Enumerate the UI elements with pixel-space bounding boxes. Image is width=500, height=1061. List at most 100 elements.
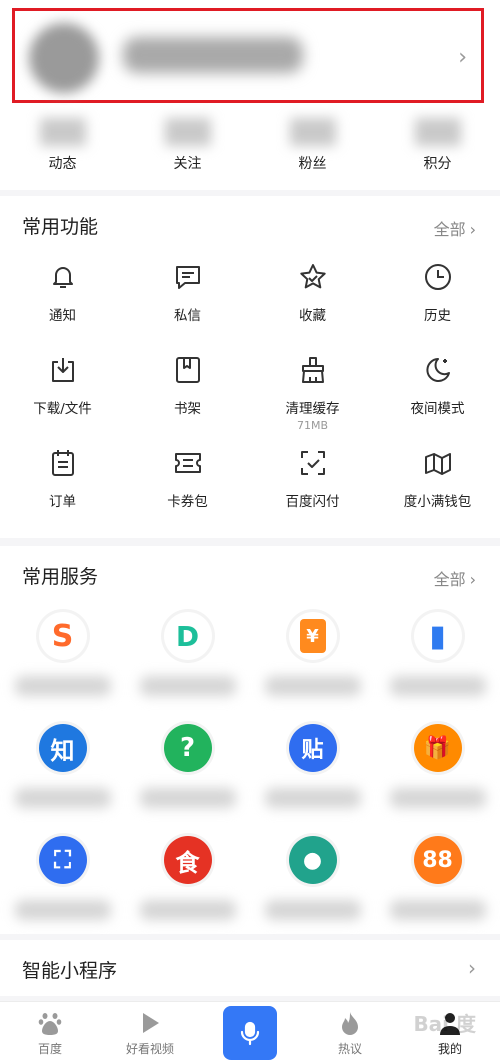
feature-label: 度小满钱包 (403, 494, 472, 510)
service-label-blurred (389, 900, 486, 920)
mini-programs-title: 智能小程序 (22, 960, 118, 982)
food-icon: 食 (163, 836, 212, 884)
feature-coupons[interactable]: 卡券包 (125, 442, 250, 535)
feature-label: 夜间模式 (410, 401, 465, 417)
icon-glyph: ¥ (299, 619, 326, 653)
stat-following[interactable]: 关注 (125, 118, 250, 178)
service-item[interactable]: 🎁 (375, 718, 500, 830)
features-more-link[interactable]: 全部 › (434, 216, 476, 240)
service-label-blurred (139, 900, 236, 920)
flame-icon (342, 1012, 358, 1035)
stat-value-blurred (414, 118, 461, 146)
health-icon: D (163, 612, 212, 660)
question-icon: ? (163, 724, 212, 772)
stat-value-blurred (39, 118, 86, 146)
stat-label: 动态 (48, 156, 77, 172)
service-item[interactable]: ● (250, 830, 375, 942)
feature-label: 书架 (174, 401, 201, 417)
tieba-icon: 贴 (288, 724, 337, 772)
service-label-blurred (139, 788, 236, 808)
icon-glyph: ▮ (429, 618, 446, 654)
chevron-right-icon: › (458, 45, 467, 70)
voice-search-button[interactable] (223, 1006, 277, 1060)
stat-value-blurred (289, 118, 336, 146)
stat-points[interactable]: 积分 (375, 118, 500, 178)
tab-haokan-video[interactable]: 好看视频 (100, 1002, 200, 1061)
tab-hot-topics[interactable]: 热议 (300, 1002, 400, 1061)
service-label-blurred (14, 900, 111, 920)
feature-messages[interactable]: 私信 (125, 256, 250, 349)
more-label: 全部 (433, 220, 466, 239)
service-label-blurred (139, 676, 236, 696)
tab-baidu[interactable]: 百度 (0, 1002, 100, 1061)
bookshelf-icon (175, 357, 200, 383)
service-item[interactable]: 食 (125, 830, 250, 942)
icon-glyph: S (51, 618, 74, 654)
service-label-blurred (389, 676, 486, 696)
feature-clear-cache[interactable]: 清理缓存 71MB (250, 349, 375, 442)
services-more-link[interactable]: 全部 › (434, 566, 476, 590)
service-item[interactable]: ⛶ (0, 830, 125, 942)
service-label-blurred (264, 900, 361, 920)
feature-label: 下载/文件 (33, 401, 92, 417)
services-header: 常用服务 全部 › (0, 546, 500, 606)
feature-orders[interactable]: 订单 (0, 442, 125, 535)
features-header: 常用功能 全部 › (0, 196, 500, 256)
feature-download[interactable]: 下载/文件 (0, 349, 125, 442)
feature-baidu-pay[interactable]: 百度闪付 (250, 442, 375, 535)
feature-notification[interactable]: 通知 (0, 256, 125, 349)
feature-favorites[interactable]: 收藏 (250, 256, 375, 349)
feature-label: 历史 (424, 308, 451, 324)
service-item[interactable]: ▮ (375, 606, 500, 718)
feature-night-mode[interactable]: 夜间模式 (375, 349, 500, 442)
red-envelope-icon: ¥ (288, 612, 337, 660)
feature-label: 卡券包 (167, 494, 208, 510)
service-label-blurred (264, 788, 361, 808)
feature-label: 清理缓存 (285, 401, 340, 417)
feature-wallet[interactable]: 度小满钱包 (375, 442, 500, 535)
avatar[interactable] (29, 23, 99, 93)
stat-value-blurred (164, 118, 211, 146)
chevron-right-icon: › (468, 956, 476, 980)
scan-pay-icon (300, 451, 325, 475)
feature-history[interactable]: 历史 (375, 256, 500, 349)
gift-icon: 🎁 (413, 724, 462, 772)
service-label-blurred (264, 676, 361, 696)
tab-label: 好看视频 (125, 1042, 174, 1056)
service-item[interactable]: S (0, 606, 125, 718)
coupon-icon (174, 453, 201, 473)
chevron-right-icon: › (469, 220, 476, 239)
more-label: 全部 (433, 570, 466, 589)
features-grid: 通知 私信 收藏 历史 下载/文件 书架 清理缓存 71MB 夜间模式 订单 卡… (0, 256, 500, 535)
services-title: 常用服务 (22, 566, 99, 588)
features-card: 常用功能 全部 › 通知 私信 收藏 历史 下载/文件 书架 清理缓存 71MB… (0, 196, 500, 538)
features-title: 常用功能 (22, 216, 99, 238)
building-icon: ▮ (413, 612, 462, 660)
baidu-paw-icon (38, 1013, 62, 1035)
feature-label: 订单 (49, 494, 76, 510)
services-card: 常用服务 全部 › S D ¥ ▮ 知 ? 贴 🎁 ⛶ 食 ● 88 (0, 546, 500, 934)
service-item[interactable]: 贴 (250, 718, 375, 830)
clock-icon (424, 264, 451, 290)
zhidao-icon: 知 (38, 724, 87, 772)
service-item[interactable]: ¥ (250, 606, 375, 718)
bell-icon (52, 267, 73, 288)
tab-label: 百度 (37, 1042, 62, 1056)
chevron-right-icon: › (469, 570, 476, 589)
order-icon (51, 450, 74, 476)
service-item[interactable]: 知 (0, 718, 125, 830)
profile-card[interactable]: › (12, 8, 484, 103)
mini-programs-row[interactable]: 智能小程序 › (0, 940, 500, 996)
stat-fans[interactable]: 粉丝 (250, 118, 375, 178)
service-label-blurred (14, 676, 111, 696)
stat-dynamic[interactable]: 动态 (0, 118, 125, 178)
service-item[interactable]: ? (125, 718, 250, 830)
broom-icon (301, 357, 324, 383)
wallet-icon (424, 453, 451, 475)
tab-voice[interactable] (200, 1002, 300, 1061)
service-item[interactable]: D (125, 606, 250, 718)
feature-label: 收藏 (299, 308, 326, 324)
mushroom-icon: ● (288, 836, 337, 884)
feature-bookshelf[interactable]: 书架 (125, 349, 250, 442)
service-item[interactable]: 88 (375, 830, 500, 942)
